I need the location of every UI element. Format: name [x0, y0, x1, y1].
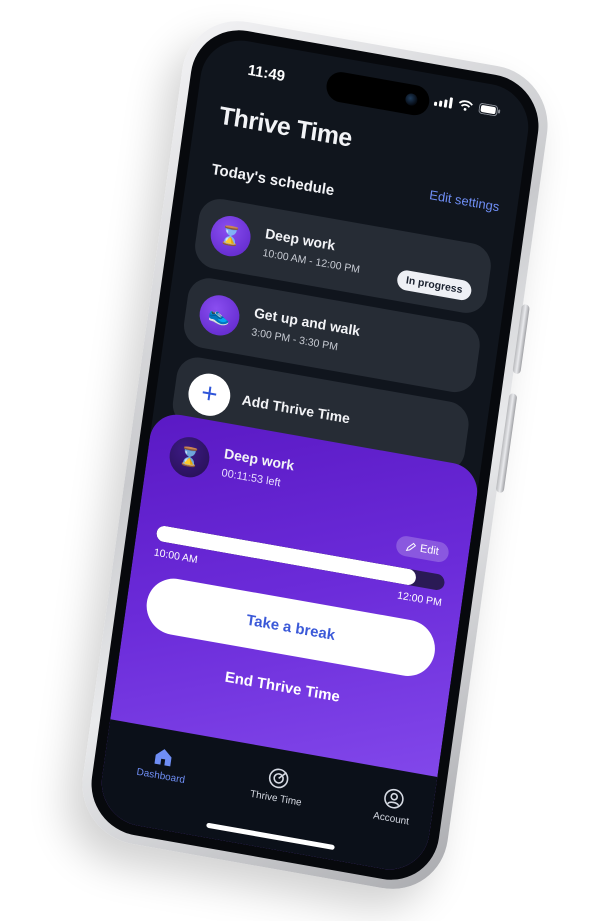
tab-label: Thrive Time — [249, 788, 303, 809]
plus-icon: + — [185, 370, 233, 420]
signal-icon — [433, 95, 454, 109]
user-icon — [384, 788, 404, 809]
dynamic-island — [324, 69, 432, 118]
hourglass-icon: ⌛ — [208, 212, 254, 260]
tab-label: Account — [372, 810, 410, 828]
wifi-icon — [457, 99, 473, 112]
tab-thrive-time[interactable]: Thrive Time — [226, 759, 330, 813]
pencil-icon — [405, 542, 417, 551]
phone-device: 11:49 Thrive Time Edit settings Today's … — [74, 11, 556, 899]
status-badge: In progress — [395, 268, 473, 302]
target-icon — [268, 768, 289, 789]
home-indicator — [206, 822, 335, 851]
session-progress-bar — [155, 524, 446, 592]
tab-dashboard[interactable]: Dashboard — [111, 738, 214, 790]
tab-account[interactable]: Account — [341, 779, 445, 833]
tab-label: Dashboard — [135, 766, 186, 787]
edit-label: Edit — [419, 542, 440, 558]
add-label: Add Thrive Time — [240, 391, 351, 427]
marketing-stage: 11:49 Thrive Time Edit settings Today's … — [0, 0, 615, 921]
sneaker-icon: 👟 — [197, 292, 242, 339]
section-title: Today's schedule — [210, 160, 336, 200]
edit-settings-link[interactable]: Edit settings — [428, 187, 500, 214]
status-time: 11:49 — [246, 61, 287, 86]
phone-bezel: 11:49 Thrive Time Edit settings Today's … — [85, 22, 545, 888]
phone-screen: 11:49 Thrive Time Edit settings Today's … — [96, 34, 534, 876]
edit-button[interactable]: Edit — [394, 534, 450, 564]
session-remaining: 00:11:53 left — [220, 467, 282, 490]
home-icon — [154, 749, 172, 767]
status-icons — [433, 95, 502, 118]
schedule-item-time: 10:00 AM - 12:00 PM — [261, 247, 361, 277]
start-time-label: 10:00 AM — [153, 546, 199, 567]
camera-icon — [404, 92, 419, 107]
battery-icon — [478, 102, 501, 117]
page-title: Thrive Time — [217, 101, 354, 153]
power-button — [512, 303, 530, 375]
hourglass-icon: ⌛ — [166, 433, 212, 481]
end-time-label: 12:00 PM — [396, 589, 443, 610]
